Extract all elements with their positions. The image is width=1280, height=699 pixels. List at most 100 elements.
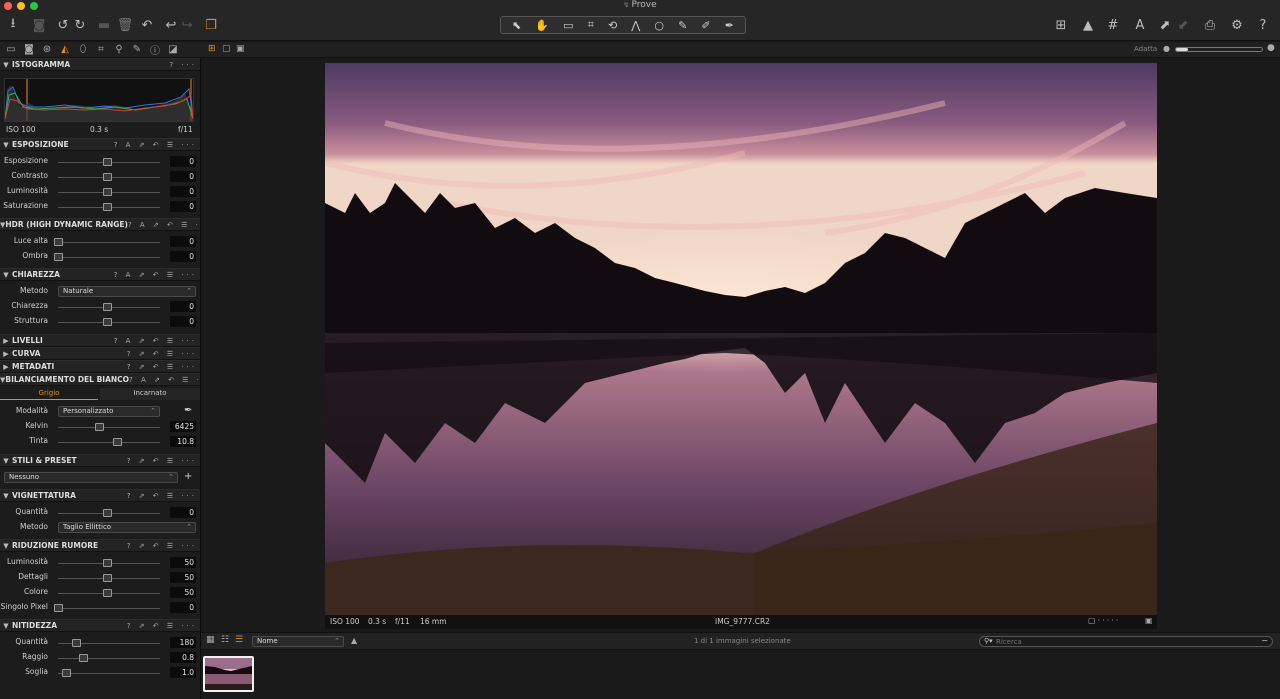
slider-value[interactable]: 0 xyxy=(170,507,196,518)
settings-gear-icon[interactable]: ⚙ xyxy=(1229,16,1245,34)
gradient-tool-icon[interactable]: ✐ xyxy=(701,19,710,32)
slider-knob[interactable] xyxy=(103,158,112,166)
section-tools-icon[interactable]: ? A ⇗ ↶ ☰ ··· xyxy=(129,376,200,384)
section-tools-icon[interactable]: ? ⇗ ↶ ☰ ··· xyxy=(127,542,200,550)
slider-value[interactable]: 0.8 xyxy=(170,652,196,663)
sort-direction-icon[interactable]: ▲ xyxy=(351,636,357,645)
import-icon[interactable]: ⭳ xyxy=(4,16,22,34)
reset-icon[interactable]: ↶ xyxy=(139,16,155,34)
export-icon[interactable]: ⬈ xyxy=(1158,16,1172,34)
rotate-right-icon[interactable]: ↻ xyxy=(73,16,87,34)
zoom-slider[interactable] xyxy=(1175,47,1263,52)
text-icon[interactable]: A xyxy=(1132,16,1148,34)
section-sharpening[interactable]: ▼ NITIDEZZA ? ⇗ ↶ ☰ ··· xyxy=(0,619,200,632)
brush-tool-icon[interactable]: ✎ xyxy=(678,19,687,32)
section-noise-reduction[interactable]: ▼ RIDUZIONE RUMORE ? ⇗ ↶ ☰ ··· xyxy=(0,539,200,552)
sort-select[interactable]: Nome xyxy=(252,636,344,647)
slider-value[interactable]: 0 xyxy=(170,236,196,247)
keystone-tool-icon[interactable]: ⋀ xyxy=(631,19,640,32)
styles-select[interactable]: Nessuno xyxy=(4,472,178,483)
rating-dots-icon[interactable]: ▢····· xyxy=(1088,616,1120,625)
search-box[interactable]: ⚲▾ − xyxy=(979,636,1273,647)
tab-details-icon[interactable]: ⚲ xyxy=(111,44,127,55)
slider-track[interactable] xyxy=(58,257,160,258)
slider-knob[interactable] xyxy=(103,509,112,517)
slider-knob[interactable] xyxy=(103,589,112,597)
slider-value[interactable]: 0 xyxy=(170,602,196,613)
crop-tool-icon[interactable]: ⌗ xyxy=(588,18,594,32)
slider-track[interactable] xyxy=(58,608,160,609)
loupe-tool-icon[interactable]: ▭ xyxy=(563,19,573,32)
chevron-down-icon[interactable]: ▼ xyxy=(0,622,12,630)
slider-track[interactable] xyxy=(58,427,160,428)
slider-knob[interactable] xyxy=(54,604,63,612)
color-tag-icon[interactable]: ▣ xyxy=(1145,616,1153,625)
add-preset-icon[interactable]: + xyxy=(184,471,192,482)
section-white-balance[interactable]: ▼ BILANCIAMENTO DEL BIANCO ? A ⇗ ↶ ☰ ··· xyxy=(0,373,200,386)
slider-track[interactable] xyxy=(58,442,160,443)
tab-composition-icon[interactable]: ⌗ xyxy=(93,44,109,55)
slider-value[interactable]: 0 xyxy=(170,186,196,197)
slider-knob[interactable] xyxy=(54,238,63,246)
section-tools-icon[interactable]: ? A ⇗ ↶ ☰ ··· xyxy=(114,141,200,149)
slider-value[interactable]: 10.8 xyxy=(170,436,196,447)
slider-track[interactable] xyxy=(58,242,160,243)
section-metadata[interactable]: ▶ METADATI ? ⇗ ↶ ☰ ··· xyxy=(0,360,200,373)
select-tool-icon[interactable]: ⬉ xyxy=(512,19,521,32)
tab-color-icon[interactable]: ⊛ xyxy=(39,44,55,55)
section-tools-icon[interactable]: ? A ⇗ ↶ ☰ ··· xyxy=(114,337,200,345)
list-view-icon[interactable]: ☷ xyxy=(221,635,229,645)
slider-knob[interactable] xyxy=(103,559,112,567)
grid-view-icon[interactable]: ▦ xyxy=(206,635,215,645)
section-styles[interactable]: ▼ STILI & PRESET ? ⇗ ↶ ☰ ··· xyxy=(0,454,200,467)
slider-value[interactable]: 1.0 xyxy=(170,667,196,678)
slider-track[interactable] xyxy=(58,658,160,659)
slider-track[interactable] xyxy=(58,673,160,674)
tab-exposure-icon[interactable]: ◭ xyxy=(57,44,73,55)
tab-grigio[interactable]: Grigio xyxy=(0,388,98,400)
section-help-icon[interactable]: ? ··· xyxy=(169,61,200,69)
spot-tool-icon[interactable]: ○ xyxy=(654,19,664,32)
slider-knob[interactable] xyxy=(79,654,89,662)
slider-value[interactable]: 0 xyxy=(170,316,196,327)
move-to-icon[interactable]: ▬ xyxy=(96,16,112,34)
chevron-right-icon[interactable]: ▶ xyxy=(0,337,12,345)
chevron-right-icon[interactable]: ▶ xyxy=(0,363,12,371)
slider-value[interactable]: 0 xyxy=(170,171,196,182)
section-clarity[interactable]: ▼ CHIAREZZA ? A ⇗ ↶ ☰ ··· xyxy=(0,268,200,281)
copy-adjustments-icon[interactable]: ❐ xyxy=(202,16,220,34)
search-input[interactable] xyxy=(996,637,1246,646)
slider-knob[interactable] xyxy=(95,423,105,431)
slider-value[interactable]: 6425 xyxy=(170,421,196,432)
camera-icon[interactable]: ◙ xyxy=(30,16,48,34)
picker-tool-icon[interactable]: ✒ xyxy=(725,19,734,32)
grid-overlay-icon[interactable]: # xyxy=(1105,16,1121,34)
tab-lens-icon[interactable]: ⬯ xyxy=(75,44,91,55)
slider-value[interactable]: 50 xyxy=(170,557,196,568)
section-tools-icon[interactable]: ? ⇗ ↶ ☰ ··· xyxy=(127,457,200,465)
rotate-left-icon[interactable]: ↺ xyxy=(56,16,70,34)
image-viewer[interactable]: ISO 100 0.3 s f/11 16 mm IMG_9777.CR2 ▢·… xyxy=(201,58,1280,632)
grid-layout-icon[interactable]: ⊞ xyxy=(1053,16,1069,34)
chevron-down-icon[interactable]: ▼ xyxy=(0,457,12,465)
clear-search-icon[interactable]: − xyxy=(1261,636,1268,645)
section-curve[interactable]: ▶ CURVA ? ⇗ ↶ ☰ ··· xyxy=(0,347,200,360)
section-levels[interactable]: ▶ LIVELLI ? A ⇗ ↶ ☰ ··· xyxy=(0,334,200,347)
wb-mode-select[interactable]: Personalizzato xyxy=(58,406,160,417)
slider-knob[interactable] xyxy=(103,574,112,582)
slider-knob[interactable] xyxy=(71,639,81,647)
redo-icon[interactable]: ↪ xyxy=(180,16,194,34)
section-tools-icon[interactable]: ? ⇗ ↶ ☰ ··· xyxy=(127,622,200,630)
print-icon[interactable]: ⎙ xyxy=(1202,16,1218,34)
tab-output-icon[interactable]: ◪ xyxy=(165,44,181,55)
slider-value[interactable]: 50 xyxy=(170,587,196,598)
tab-incarnato[interactable]: Incarnato xyxy=(100,388,200,400)
trash-icon[interactable]: 🗑 xyxy=(117,16,134,34)
slider-knob[interactable] xyxy=(54,253,63,261)
chevron-down-icon[interactable]: ▼ xyxy=(0,542,12,550)
section-tools-icon[interactable]: ? ⇗ ↶ ☰ ··· xyxy=(127,350,200,358)
slider-value[interactable]: 0 xyxy=(170,156,196,167)
export-disabled-icon[interactable]: ⬋ xyxy=(1176,16,1190,34)
pan-tool-icon[interactable]: ✋ xyxy=(535,19,549,32)
clarity-method-select[interactable]: Naturale xyxy=(58,286,196,297)
